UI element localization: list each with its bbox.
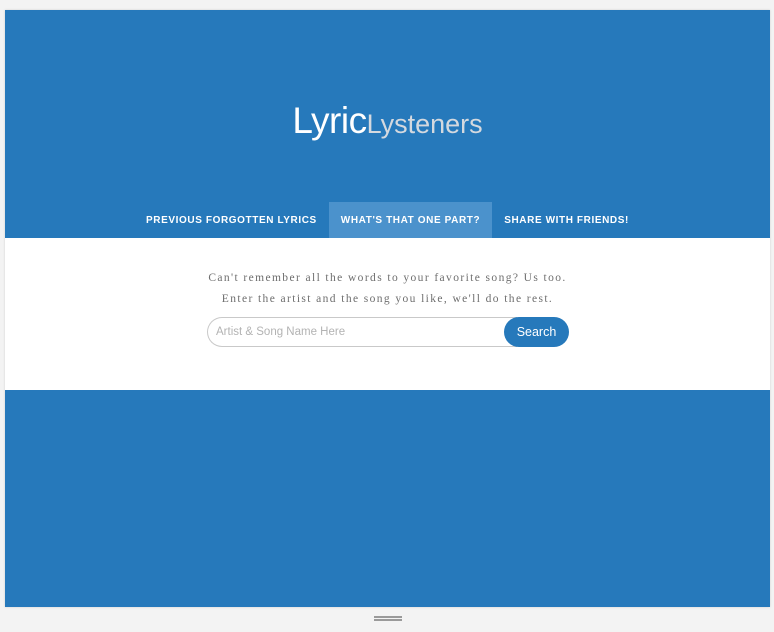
site-logo[interactable]: LyricLysteners [5, 100, 770, 142]
logo-primary-text: Lyric [292, 100, 367, 141]
tagline-line-1: Can't remember all the words to your fav… [208, 272, 567, 284]
main-nav: PREVIOUS FORGOTTEN LYRICS WHAT'S THAT ON… [5, 202, 770, 238]
search-button[interactable]: Search [504, 317, 569, 347]
nav-item-whats-that-one-part[interactable]: WHAT'S THAT ONE PART? [328, 202, 493, 238]
header: LyricLysteners PREVIOUS FORGOTTEN LYRICS… [5, 10, 770, 238]
logo-secondary-text: Lysteners [366, 109, 483, 139]
nav-item-previous-forgotten-lyrics[interactable]: PREVIOUS FORGOTTEN LYRICS [134, 202, 329, 238]
nav-item-share-with-friends[interactable]: SHARE WITH FRIENDS! [492, 202, 641, 238]
search-form: Search [207, 317, 569, 347]
page-frame: LyricLysteners PREVIOUS FORGOTTEN LYRICS… [5, 10, 770, 607]
resize-handle-line-bottom [374, 619, 402, 621]
tagline-line-2: Enter the artist and the song you like, … [221, 293, 554, 305]
search-input[interactable] [207, 317, 517, 347]
footer [5, 390, 770, 607]
main-content: Can't remember all the words to your fav… [5, 238, 770, 390]
resize-handle-icon[interactable] [374, 615, 402, 621]
resize-handle-line-top [374, 616, 402, 618]
